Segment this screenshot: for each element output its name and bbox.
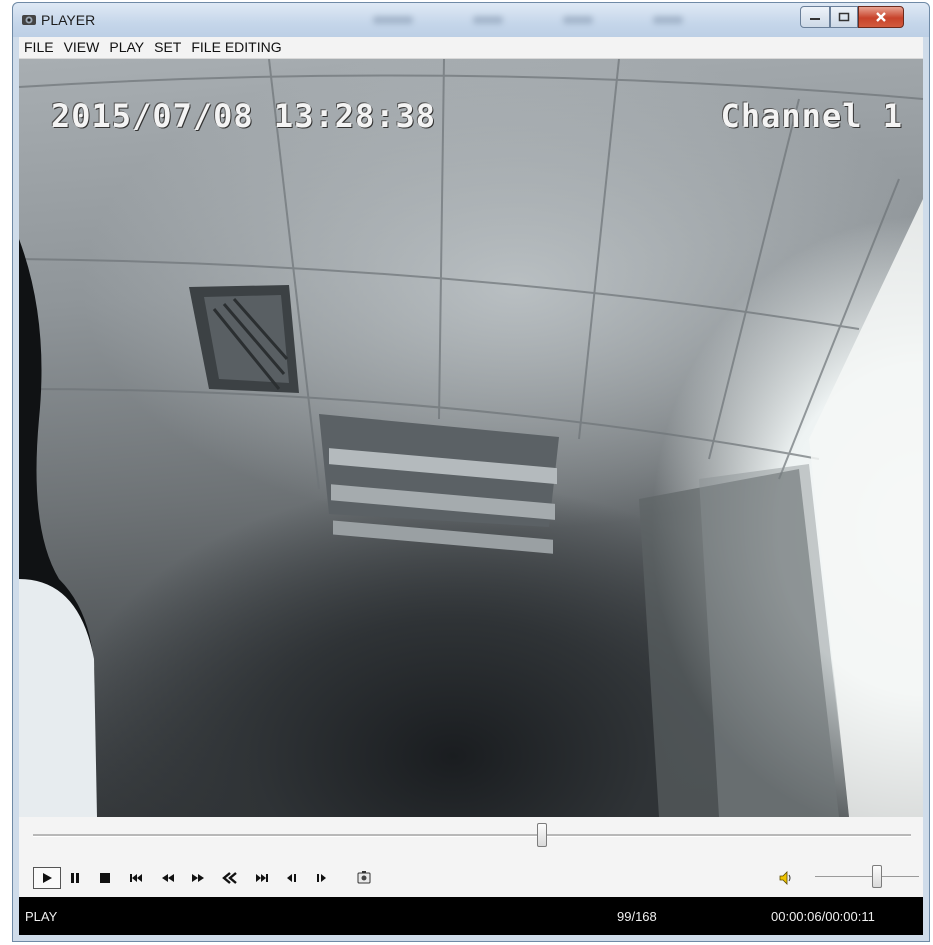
play-button[interactable]: [33, 867, 61, 889]
fast-button[interactable]: [187, 867, 209, 889]
status-frame-counter: 99/168: [617, 909, 657, 924]
volume-thumb[interactable]: [872, 865, 883, 888]
status-bar: PLAY 99/168 00:00:06/00:00:11: [19, 897, 923, 935]
volume-button[interactable]: [775, 867, 797, 889]
status-time: 00:00:06/00:00:11: [771, 909, 875, 924]
snapshot-button[interactable]: [353, 867, 375, 889]
menu-play[interactable]: PLAY: [104, 37, 149, 58]
osd-timestamp: 2015/07/08 13:28:38: [51, 97, 437, 135]
minimize-button[interactable]: [800, 6, 830, 28]
app-icon: [22, 15, 36, 25]
pause-icon: [71, 873, 79, 883]
next-frame-icon: [317, 874, 326, 882]
menu-bar: FILE VIEW PLAY SET FILE EDITING: [19, 37, 923, 59]
maximize-button[interactable]: [830, 6, 858, 28]
menu-file[interactable]: FILE: [19, 37, 59, 58]
seek-thumb[interactable]: [537, 823, 548, 847]
close-icon: [876, 12, 886, 22]
slow-icon: [162, 874, 174, 882]
fast-icon: [192, 874, 204, 882]
previous-frame-button[interactable]: [281, 867, 303, 889]
volume-track[interactable]: [815, 876, 919, 877]
previous-file-button[interactable]: [125, 867, 147, 889]
background-blur: [473, 16, 503, 24]
maximize-icon: [838, 12, 850, 22]
video-display[interactable]: 2015/07/08 13:28:38 Channel 1: [19, 59, 923, 817]
controls-panel: [19, 817, 923, 897]
previous-file-icon: [130, 874, 142, 882]
menu-set[interactable]: SET: [149, 37, 186, 58]
stop-icon: [100, 873, 110, 883]
minimize-icon: [810, 18, 820, 20]
rewind-button[interactable]: [219, 867, 241, 889]
menu-view[interactable]: VIEW: [59, 37, 105, 58]
snapshot-icon: [357, 871, 371, 884]
play-icon: [43, 873, 52, 883]
player-window: PLAYER FILE VIEW PLAY SET FILE EDITING 2…: [12, 2, 930, 942]
next-frame-button[interactable]: [311, 867, 333, 889]
menu-file-editing[interactable]: FILE EDITING: [186, 37, 286, 58]
background-blur: [563, 16, 593, 24]
status-state: PLAY: [25, 909, 58, 924]
window-title: PLAYER: [41, 12, 96, 28]
pause-button[interactable]: [65, 867, 85, 889]
background-blur: [373, 16, 413, 24]
video-frame-image: [19, 59, 923, 817]
title-bar[interactable]: PLAYER: [13, 3, 929, 37]
close-button[interactable]: [858, 6, 904, 28]
rewind-icon: [222, 872, 237, 884]
next-file-icon: [256, 874, 268, 882]
seek-track[interactable]: [33, 834, 911, 837]
previous-frame-icon: [287, 874, 296, 882]
osd-channel: Channel 1: [720, 97, 903, 135]
background-blur: [653, 16, 683, 24]
next-file-button[interactable]: [251, 867, 273, 889]
volume-icon: [779, 871, 791, 885]
stop-button[interactable]: [95, 867, 115, 889]
slow-button[interactable]: [157, 867, 179, 889]
